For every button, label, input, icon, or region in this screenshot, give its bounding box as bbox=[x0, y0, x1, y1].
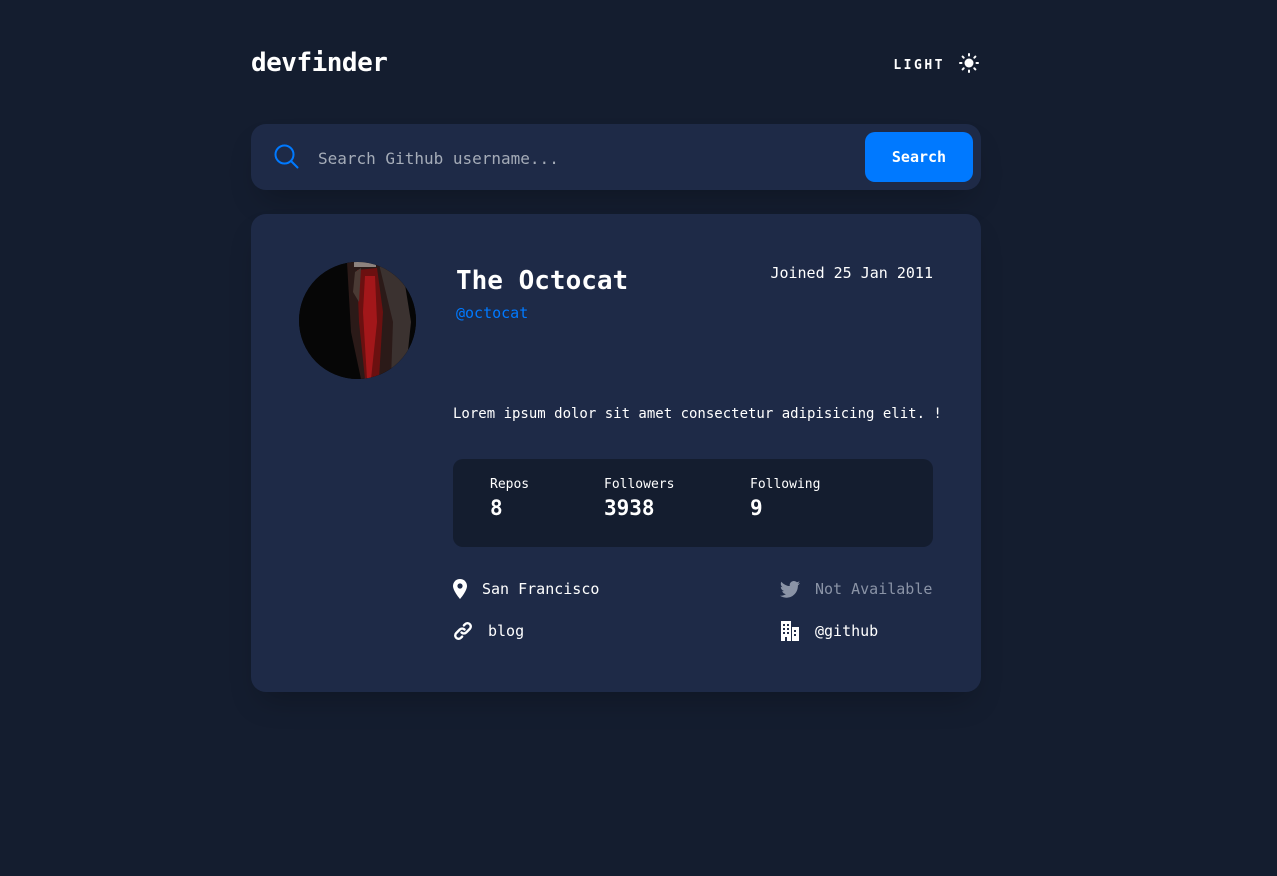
profile-bio: Lorem ipsum dolor sit amet consectetur a… bbox=[453, 406, 942, 422]
stats-panel: Repos 8 Followers 3938 Following 9 bbox=[453, 459, 933, 547]
profile-name: The Octocat bbox=[456, 266, 629, 296]
location-pin-icon bbox=[453, 579, 467, 599]
location-item: San Francisco bbox=[453, 579, 599, 599]
blog-item[interactable]: blog bbox=[453, 621, 524, 641]
twitter-item: Not Available bbox=[780, 580, 932, 598]
company-text: @github bbox=[815, 622, 879, 640]
company-item: @github bbox=[780, 621, 878, 641]
app-header: devfinder LIGHT bbox=[251, 0, 981, 124]
search-button[interactable]: Search bbox=[865, 132, 973, 182]
sun-icon bbox=[959, 53, 979, 77]
stat-label: Repos bbox=[490, 477, 530, 492]
stat-following: Following 9 bbox=[750, 477, 820, 520]
profile-card: The Octocat @octocat Joined 25 Jan 2011 … bbox=[251, 214, 981, 692]
stat-value: 8 bbox=[490, 496, 503, 520]
avatar bbox=[299, 262, 416, 379]
theme-toggle[interactable]: LIGHT bbox=[893, 53, 979, 77]
search-bar: Search bbox=[251, 124, 981, 190]
app-logo: devfinder bbox=[251, 48, 388, 78]
theme-toggle-label: LIGHT bbox=[893, 57, 945, 73]
blog-link[interactable]: blog bbox=[488, 622, 524, 640]
location-text: San Francisco bbox=[482, 580, 600, 598]
stat-label: Following bbox=[750, 477, 821, 492]
joined-date: Joined 25 Jan 2011 bbox=[770, 264, 933, 282]
stat-value: 3938 bbox=[604, 496, 655, 520]
stat-repos: Repos 8 bbox=[490, 477, 529, 520]
link-icon bbox=[453, 621, 473, 641]
twitter-icon bbox=[780, 580, 800, 598]
stat-label: Followers bbox=[604, 477, 675, 492]
stat-followers: Followers 3938 bbox=[604, 477, 674, 520]
search-icon bbox=[274, 144, 299, 173]
stat-value: 9 bbox=[750, 496, 763, 520]
search-input[interactable] bbox=[316, 142, 840, 174]
twitter-text: Not Available bbox=[815, 580, 933, 598]
building-icon bbox=[780, 621, 800, 641]
profile-handle-link[interactable]: @octocat bbox=[456, 304, 528, 322]
app-container: devfinder LIGHT Search Github username..… bbox=[251, 0, 981, 692]
